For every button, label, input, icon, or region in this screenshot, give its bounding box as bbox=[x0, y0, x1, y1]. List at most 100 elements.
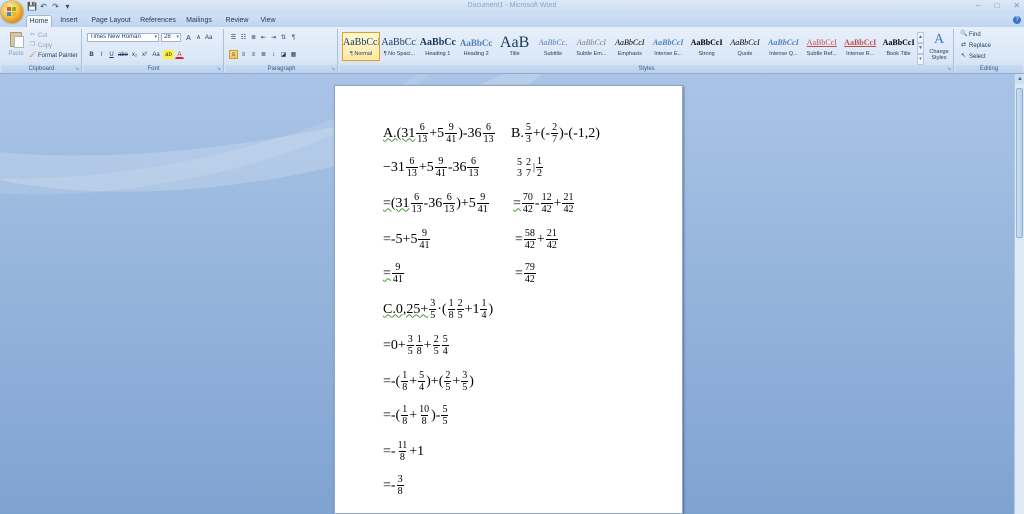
tab-view[interactable]: View bbox=[256, 15, 280, 27]
style-tile[interactable]: AaBbCcI Subtle Ref... bbox=[803, 32, 841, 61]
tab-references[interactable]: References bbox=[138, 15, 178, 27]
save-icon[interactable]: 💾 bbox=[27, 2, 37, 11]
fraction: 6 13 bbox=[416, 122, 429, 145]
style-tile[interactable]: AaBbCc Heading 2 bbox=[457, 32, 495, 61]
style-tile[interactable]: AaBbCcI ¶ Normal bbox=[342, 32, 380, 61]
numbering-icon[interactable]: ☷ bbox=[239, 33, 248, 42]
customize-qat-icon[interactable]: ▾ bbox=[63, 2, 72, 11]
tab-home[interactable]: Home bbox=[26, 15, 52, 27]
fraction: 12 bbox=[536, 156, 544, 179]
maximize-button[interactable]: □ bbox=[994, 1, 999, 11]
multilevel-list-icon[interactable]: ≣ bbox=[249, 33, 258, 42]
align-right-icon[interactable]: ≡ bbox=[249, 50, 258, 59]
format-painter-button[interactable]: 🖌 Format Painter bbox=[29, 52, 78, 59]
style-tile[interactable]: AaBbCcI Intense R... bbox=[841, 32, 879, 61]
superscript-button[interactable]: x² bbox=[140, 50, 149, 59]
grow-font-button[interactable]: A bbox=[184, 33, 193, 42]
paste-button[interactable]: Paste bbox=[6, 31, 26, 65]
align-left-icon[interactable]: ≡ bbox=[229, 50, 238, 59]
style-tile[interactable]: AaBbCc. Subtitle bbox=[534, 32, 572, 61]
fraction: 79 42 bbox=[523, 262, 536, 285]
vertical-scrollbar[interactable]: ▲ bbox=[1014, 74, 1024, 514]
italic-button[interactable]: I bbox=[97, 50, 106, 59]
style-tile[interactable]: AaBbCcI ¶ No Spaci... bbox=[380, 32, 418, 61]
gallery-down-icon[interactable]: ▼ bbox=[917, 43, 924, 54]
change-styles-icon: A bbox=[933, 32, 945, 47]
scroll-thumb[interactable] bbox=[1016, 88, 1023, 238]
subscript-button[interactable]: x₂ bbox=[130, 50, 139, 59]
strikethrough-button[interactable]: abe bbox=[117, 50, 129, 59]
fraction: 53 bbox=[517, 156, 522, 179]
fraction: 6 13 bbox=[467, 156, 480, 179]
line-b-2: 53 27 | 12 bbox=[515, 156, 544, 179]
increase-indent-icon[interactable]: ⇥ bbox=[269, 33, 278, 42]
cut-button[interactable]: ✂ Cut bbox=[29, 32, 47, 39]
decrease-indent-icon[interactable]: ⇤ bbox=[259, 33, 268, 42]
show-marks-icon[interactable]: ¶ bbox=[289, 33, 298, 42]
style-name: Subtitle bbox=[543, 51, 563, 57]
expr-text: =-( bbox=[383, 407, 401, 423]
style-tile[interactable]: AaBbCcI Intense E... bbox=[649, 32, 687, 61]
replace-button[interactable]: ⇄ Replace bbox=[960, 42, 991, 49]
font-color-button[interactable]: A bbox=[175, 50, 184, 59]
minimize-button[interactable]: – bbox=[976, 1, 980, 11]
help-icon[interactable]: ? bbox=[1013, 16, 1021, 24]
paragraph-launcher-icon[interactable]: ↘ bbox=[331, 66, 335, 72]
style-tile[interactable]: AaBbCc Heading 1 bbox=[419, 32, 457, 61]
redo-icon[interactable]: ↷ bbox=[51, 2, 60, 11]
style-tile[interactable]: AaBbCcI Emphasis bbox=[611, 32, 649, 61]
paste-icon bbox=[10, 32, 24, 48]
style-tile[interactable]: AaBbCcI Intense Q... bbox=[764, 32, 802, 61]
fraction: 6 13 bbox=[482, 122, 495, 145]
gallery-up-icon[interactable]: ▲ bbox=[917, 32, 924, 43]
align-center-icon[interactable]: ≡ bbox=[239, 50, 248, 59]
clipboard-launcher-icon[interactable]: ↘ bbox=[75, 66, 79, 72]
styles-launcher-icon[interactable]: ↘ bbox=[947, 66, 951, 72]
borders-icon[interactable]: ▦ bbox=[289, 50, 298, 59]
highlight-button[interactable]: ab bbox=[163, 50, 174, 59]
close-button[interactable]: ✕ bbox=[1013, 1, 1020, 11]
change-case-button[interactable]: Aa bbox=[150, 50, 162, 59]
select-label: Select bbox=[969, 53, 986, 60]
expr-text: =0+ bbox=[383, 337, 406, 353]
shading-icon[interactable]: ◪ bbox=[279, 50, 288, 59]
office-button[interactable] bbox=[1, 1, 23, 23]
bold-button[interactable]: B bbox=[87, 50, 96, 59]
expr-text: = bbox=[383, 265, 391, 281]
style-tile[interactable]: AaBbCcI Quote bbox=[726, 32, 764, 61]
bullets-icon[interactable]: ☰ bbox=[229, 33, 238, 42]
alignment-buttons: ≡ ≡ ≡ ≣ ↕ ◪ ▦ bbox=[229, 50, 298, 59]
tab-mailings[interactable]: Mailings bbox=[182, 15, 216, 27]
line-spacing-icon[interactable]: ↕ bbox=[269, 50, 278, 59]
font-name-value: Times New Roman bbox=[90, 34, 141, 40]
window-title: Document1 - Microsoft Word bbox=[467, 2, 557, 9]
change-styles-button[interactable]: A Change Styles bbox=[926, 31, 952, 67]
tab-page-layout[interactable]: Page Layout bbox=[88, 15, 134, 27]
copy-button[interactable]: ❐ Copy bbox=[29, 42, 52, 49]
style-tile[interactable]: AaBbCcI Book Title bbox=[880, 32, 918, 61]
line-a-1: A.(31 6 13 +5 9 41 )-36 6 13 bbox=[383, 122, 496, 145]
style-tile[interactable]: AaBbCcI Strong bbox=[688, 32, 726, 61]
shrink-font-button[interactable]: A bbox=[194, 33, 203, 42]
scroll-up-icon[interactable]: ▲ bbox=[1015, 74, 1024, 84]
justify-icon[interactable]: ≣ bbox=[259, 50, 268, 59]
style-tile[interactable]: AaB Title bbox=[496, 32, 534, 61]
font-launcher-icon[interactable]: ↘ bbox=[217, 66, 221, 72]
document-page[interactable]: A.(31 6 13 +5 9 41 )-36 6 13 −31 6 13 +5 9 41… bbox=[334, 85, 683, 514]
expr-text: - bbox=[534, 195, 540, 211]
font-name-combo[interactable]: Times New Roman ▾ bbox=[87, 33, 159, 42]
style-tile[interactable]: AaBbCcI Subtle Em... bbox=[572, 32, 610, 61]
font-size-combo[interactable]: 28 ▾ bbox=[161, 33, 181, 42]
find-button[interactable]: 🔍 Find bbox=[960, 31, 981, 38]
fraction: 35 bbox=[406, 334, 414, 357]
tab-review[interactable]: Review bbox=[222, 15, 252, 27]
clear-formatting-button[interactable]: Aa bbox=[204, 33, 213, 42]
cut-label: Cut bbox=[38, 32, 48, 39]
undo-icon[interactable]: ↶ bbox=[39, 2, 48, 11]
sort-icon[interactable]: ⇅ bbox=[279, 33, 288, 42]
line-c-6: =- 38 bbox=[383, 474, 405, 497]
tab-insert[interactable]: Insert bbox=[56, 15, 82, 27]
select-button[interactable]: ↖ Select bbox=[960, 53, 986, 60]
gallery-more-icon[interactable]: ▾ bbox=[917, 54, 924, 65]
underline-button[interactable]: U bbox=[107, 50, 116, 59]
